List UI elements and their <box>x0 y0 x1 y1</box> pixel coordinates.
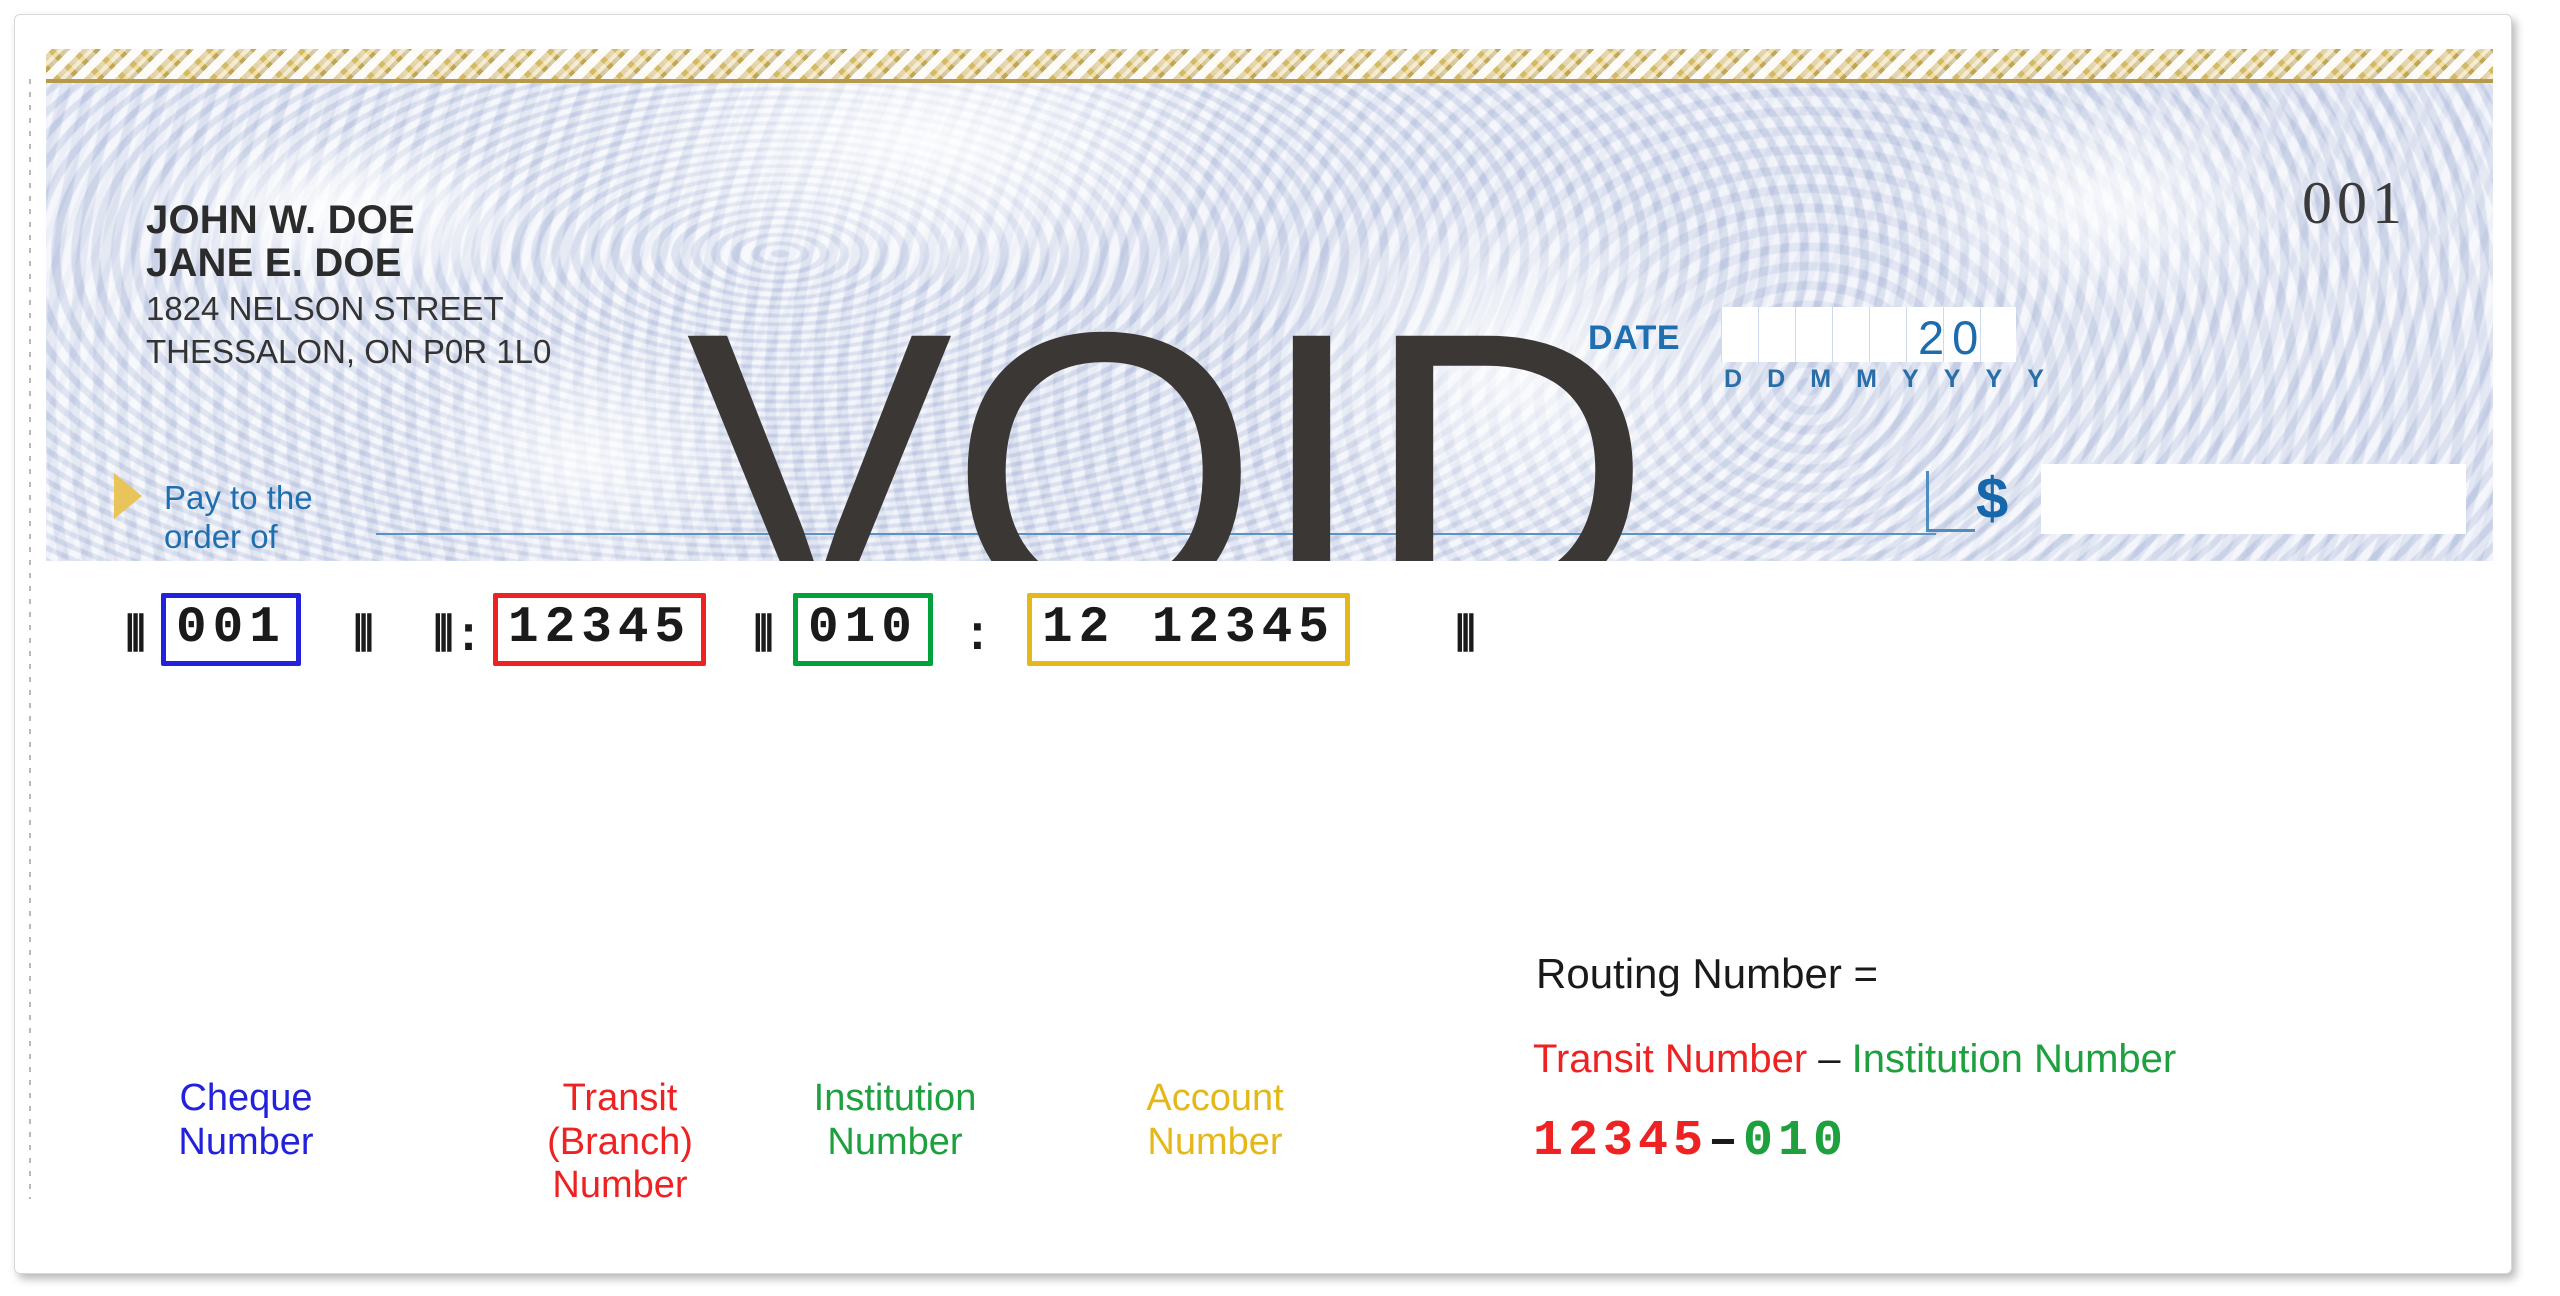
pay-to-order-label-line-2: order of <box>164 517 278 555</box>
micr-cheque-number-box: 001 <box>161 593 301 666</box>
date-mask-char: M <box>1810 365 1832 393</box>
label-cheque-number: Cheque Number <box>131 1077 361 1164</box>
label-institution-line-1: Institution <box>813 1077 977 1119</box>
label-institution-line-2: Number <box>827 1120 963 1163</box>
routing-value-transit: 12345 <box>1533 1113 1709 1170</box>
micr-account-number-box: 12 12345 <box>1027 593 1350 666</box>
micr-symbol-transit-close: : <box>963 610 992 664</box>
gold-arrow-marker <box>114 473 142 519</box>
date-century-prefix: 20 <box>1918 311 1987 364</box>
date-mask-char: Y <box>2027 365 2044 393</box>
routing-formula-transit: Transit Number <box>1533 1037 1808 1081</box>
routing-value-institution: 010 <box>1743 1113 1849 1170</box>
label-transit-line-1: Transit <box>562 1077 678 1119</box>
perforation-edge <box>29 79 31 1199</box>
payer-name-line-1: JOHN W. DOE <box>146 198 415 242</box>
micr-symbol-trailing: ⦀ <box>1455 611 1477 665</box>
micr-symbol-after-transit: ⦀ <box>753 611 775 665</box>
micr-symbol-leading: ⦀ <box>125 611 147 665</box>
payer-block: JOHN W. DOE JANE E. DOE 1824 NELSON STRE… <box>146 198 552 371</box>
cheque-face: JOHN W. DOE JANE E. DOE 1824 NELSON STRE… <box>46 49 2493 561</box>
routing-value-dash: – <box>1708 1113 1744 1170</box>
routing-number-value: 12345–010 <box>1533 1113 1848 1170</box>
payer-address-line-1: 1824 NELSON STREET <box>146 290 504 328</box>
micr-transit-number-box: 12345 <box>493 593 707 666</box>
micr-institution-number-box: 010 <box>793 593 933 666</box>
label-cheque-number-line-1: Cheque <box>179 1077 313 1119</box>
void-watermark: VOID <box>686 249 1652 562</box>
label-account-line-1: Account <box>1146 1077 1284 1119</box>
routing-number-formula: Transit Number – Institution Number <box>1533 1037 2176 1082</box>
label-institution-number: Institution Number <box>755 1077 1035 1164</box>
payer-address-line-2: THESSALON, ON P0R 1L0 <box>146 333 552 371</box>
cheque-page: JOHN W. DOE JANE E. DOE 1824 NELSON STRE… <box>14 14 2512 1274</box>
micr-symbol-after-cheque-number: ⦀ <box>353 611 375 665</box>
micr-account-number: 12 12345 <box>1042 600 1335 657</box>
label-account-number: Account Number <box>1075 1077 1355 1164</box>
date-mask-char: Y <box>1985 365 2003 393</box>
micr-cheque-number: 001 <box>176 600 286 657</box>
date-mask-char: Y <box>1902 365 1919 393</box>
routing-number-title: Routing Number = <box>1536 950 1879 997</box>
pay-to-order-label-line-1: Pay to the <box>164 479 313 516</box>
label-transit-number: Transit (Branch) Number <box>475 1077 765 1208</box>
amount-numeric-box[interactable] <box>2041 464 2466 534</box>
date-mask-char: D <box>1767 365 1786 393</box>
date-mask-char: D <box>1724 365 1743 393</box>
label-transit-line-3: Number <box>552 1164 688 1207</box>
micr-institution-number: 010 <box>808 600 918 657</box>
routing-formula-institution: Institution Number <box>1851 1037 2177 1081</box>
label-account-line-2: Number <box>1147 1120 1283 1163</box>
micr-transit-number: 12345 <box>508 600 692 657</box>
amount-box-corner-bracket <box>1926 471 1975 532</box>
date-mask-char: Y <box>1943 365 1961 393</box>
payer-name-line-2: JANE E. DOE <box>146 241 402 286</box>
gold-guilloche-border <box>46 49 2493 83</box>
date-mask-char: M <box>1856 365 1877 393</box>
currency-symbol: $ <box>1976 466 2009 531</box>
date-format-mask: D D M M Y Y Y Y <box>1721 365 2047 394</box>
pay-to-order-label: Pay to the order of <box>164 479 313 557</box>
routing-formula-dash: – <box>1807 1037 1852 1081</box>
cheque-serial-number: 001 <box>2302 170 2407 236</box>
label-cheque-number-line-2: Number <box>178 1120 314 1163</box>
label-transit-line-2: (Branch) <box>547 1120 693 1163</box>
micr-symbol-transit-open: ⦀: <box>433 611 483 665</box>
